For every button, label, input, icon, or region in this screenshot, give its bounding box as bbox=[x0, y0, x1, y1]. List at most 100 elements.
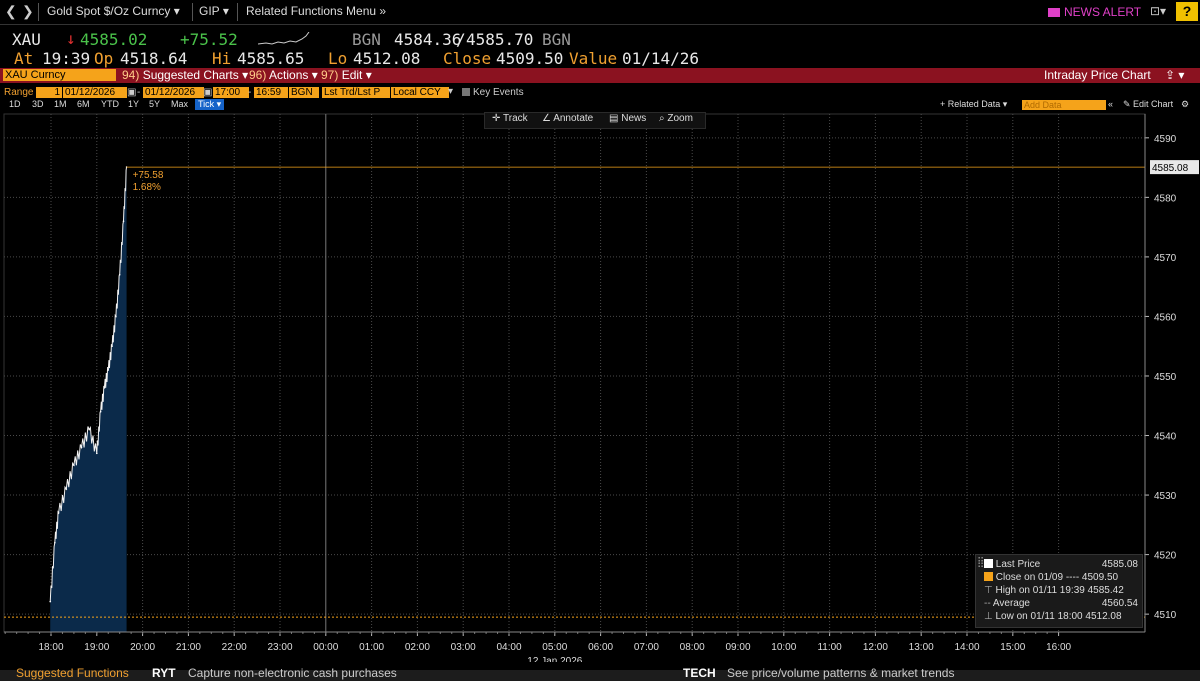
x-tick-label: 22:00 bbox=[222, 642, 247, 653]
chart-legend[interactable]: ⣿ Last Price 4585.08 Close on 01/09 ----… bbox=[975, 554, 1143, 628]
end-time-input[interactable]: 16:59 bbox=[254, 87, 288, 98]
forward-arrow-icon[interactable]: ❯ bbox=[22, 3, 34, 20]
magnifier-icon: ⌕ bbox=[659, 113, 665, 124]
y-tick-label: 4510 bbox=[1154, 610, 1177, 621]
period-tick[interactable]: Tick ▾ bbox=[195, 99, 225, 110]
legend-low[interactable]: ⊥ Low on 01/11 18:00 4512.08 bbox=[984, 611, 1122, 622]
x-tick-label: 13:00 bbox=[909, 642, 934, 653]
at-time: 19:39 bbox=[42, 49, 91, 68]
ask-price: 4585.70 bbox=[466, 30, 534, 49]
period-3d[interactable]: 3D bbox=[32, 99, 44, 109]
time-dash: - bbox=[248, 87, 252, 98]
price-point bbox=[103, 387, 106, 389]
edit-menu[interactable]: 97) Edit ▾ bbox=[321, 68, 372, 82]
currency-dropdown[interactable]: GIP ▾ bbox=[199, 4, 229, 18]
related-data-menu[interactable]: + Related Data ▾ bbox=[940, 99, 1007, 110]
help-button[interactable]: ? bbox=[1176, 2, 1198, 21]
command-bar: XAU Curncy 94) Suggested Charts ▾ 96) Ac… bbox=[0, 68, 1200, 83]
related-functions-menu[interactable]: Related Functions Menu » bbox=[246, 4, 386, 18]
bid-ask-divider: / bbox=[456, 30, 466, 49]
chart-grid bbox=[3, 113, 1146, 633]
function-code-ryt[interactable]: RYT bbox=[152, 666, 176, 680]
x-tick-label: 23:00 bbox=[267, 642, 292, 653]
suggested-charts-menu[interactable]: 94) Suggested Charts ▾ bbox=[122, 68, 248, 82]
period-1m[interactable]: 1M bbox=[54, 99, 67, 109]
function-code-tech[interactable]: TECH bbox=[683, 666, 716, 680]
currency-dropdown[interactable]: Local CCY bbox=[391, 87, 449, 98]
x-tick-label: 20:00 bbox=[130, 642, 155, 653]
zoom-tool[interactable]: ⌕ Zoom bbox=[659, 113, 693, 124]
start-date-input[interactable]: 01/12/2026 bbox=[63, 87, 127, 98]
down-arrow-icon: ↓ bbox=[66, 29, 76, 48]
gear-icon[interactable]: ⚙ bbox=[1181, 99, 1189, 110]
x-tick-label: 10:00 bbox=[771, 642, 796, 653]
pencil-icon: ∠ bbox=[542, 113, 551, 124]
ask-source: BGN bbox=[542, 30, 571, 49]
key-events-checkbox[interactable] bbox=[462, 88, 470, 96]
range-dash: - bbox=[137, 87, 141, 98]
period-5y[interactable]: 5Y bbox=[149, 99, 160, 109]
x-tick-label: 03:00 bbox=[451, 642, 476, 653]
net-change: +75.52 bbox=[180, 30, 238, 49]
period-max[interactable]: Max bbox=[171, 99, 188, 109]
close-label: Close bbox=[443, 49, 492, 68]
chart-overlay: 4585.08 +75.581.68% bbox=[4, 160, 1199, 618]
price-point bbox=[65, 488, 68, 490]
x-tick-label: 21:00 bbox=[176, 642, 201, 653]
range-count-input[interactable]: 1 bbox=[36, 87, 62, 98]
bottom-bar: Suggested Functions RYT Capture non-elec… bbox=[0, 666, 1200, 681]
security-input[interactable]: XAU Curncy bbox=[3, 69, 116, 81]
track-tool[interactable]: ✛ Track bbox=[492, 113, 528, 124]
end-date-input[interactable]: 01/12/2026 bbox=[143, 87, 204, 98]
price-point bbox=[118, 273, 121, 276]
y-axis: 4510 4520 4530 4540 4550 4560 4570 4580 4590 bbox=[1144, 114, 1177, 632]
price-point bbox=[80, 446, 83, 449]
security-dropdown[interactable]: Gold Spot $/Oz Curncy ▾ bbox=[47, 4, 180, 18]
actions-menu[interactable]: 96) Actions ▾ bbox=[249, 68, 318, 82]
export-icon[interactable]: ⇪ ▾ bbox=[1165, 68, 1184, 82]
x-tick-label: 19:00 bbox=[84, 642, 109, 653]
last-price-tag: 4585.08 bbox=[1152, 163, 1189, 174]
calendar-icon[interactable]: ▣ bbox=[127, 87, 136, 98]
start-time-input[interactable]: 17:00 bbox=[213, 87, 249, 98]
high-label: Hi bbox=[212, 49, 232, 68]
collapse-icon[interactable]: « bbox=[1108, 99, 1113, 109]
period-1d[interactable]: 1D bbox=[9, 99, 21, 109]
chevron-down-icon: ▾ bbox=[222, 4, 229, 18]
back-arrow-icon[interactable]: ❮ bbox=[5, 3, 17, 20]
news-alert-button[interactable]: NEWS ALERT bbox=[1048, 5, 1141, 19]
price-point bbox=[99, 410, 102, 413]
x-tick-label: 05:00 bbox=[542, 642, 567, 653]
window-menu-icon[interactable]: ⊡▾ bbox=[1150, 4, 1166, 18]
y-tick-label: 4580 bbox=[1154, 193, 1177, 204]
period-ytd[interactable]: YTD bbox=[101, 99, 119, 109]
suggested-functions-label[interactable]: Suggested Functions bbox=[16, 666, 129, 680]
price-point bbox=[49, 600, 52, 603]
x-tick-label: 09:00 bbox=[725, 642, 750, 653]
legend-high[interactable]: ⊤ High on 01/11 19:39 4585.42 bbox=[984, 585, 1124, 596]
y-tick-label: 4550 bbox=[1154, 372, 1177, 383]
legend-average[interactable]: -- Average bbox=[984, 598, 1030, 609]
source-input[interactable]: BGN bbox=[289, 87, 319, 98]
add-data-input[interactable]: Add Data bbox=[1022, 100, 1106, 110]
y-tick-label: 4590 bbox=[1154, 134, 1177, 145]
calendar-icon[interactable]: ▣ bbox=[203, 87, 212, 98]
x-tick-label: 01:00 bbox=[359, 642, 384, 653]
news-tool[interactable]: ▤ News bbox=[609, 113, 646, 124]
x-tick-label: 00:00 bbox=[313, 642, 338, 653]
envelope-icon bbox=[1048, 8, 1060, 17]
chevron-down-icon[interactable]: ▾ bbox=[448, 86, 453, 97]
legend-last-price[interactable]: Last Price bbox=[984, 559, 1040, 570]
y-tick-label: 4520 bbox=[1154, 551, 1177, 562]
price-field-dropdown[interactable]: Lst Trd/Lst P bbox=[322, 87, 390, 98]
edit-chart-button[interactable]: ✎ Edit Chart bbox=[1123, 99, 1173, 110]
annotate-tool[interactable]: ∠ Annotate bbox=[542, 113, 593, 124]
x-tick-label: 06:00 bbox=[588, 642, 613, 653]
key-events-label: Key Events bbox=[473, 87, 524, 98]
period-6m[interactable]: 6M bbox=[77, 99, 90, 109]
legend-close[interactable]: Close on 01/09 ---- 4509.50 bbox=[984, 572, 1118, 583]
price-point bbox=[57, 512, 60, 514]
x-tick-label: 07:00 bbox=[634, 642, 659, 653]
period-1y[interactable]: 1Y bbox=[128, 99, 139, 109]
y-tick-label: 4530 bbox=[1154, 491, 1177, 502]
